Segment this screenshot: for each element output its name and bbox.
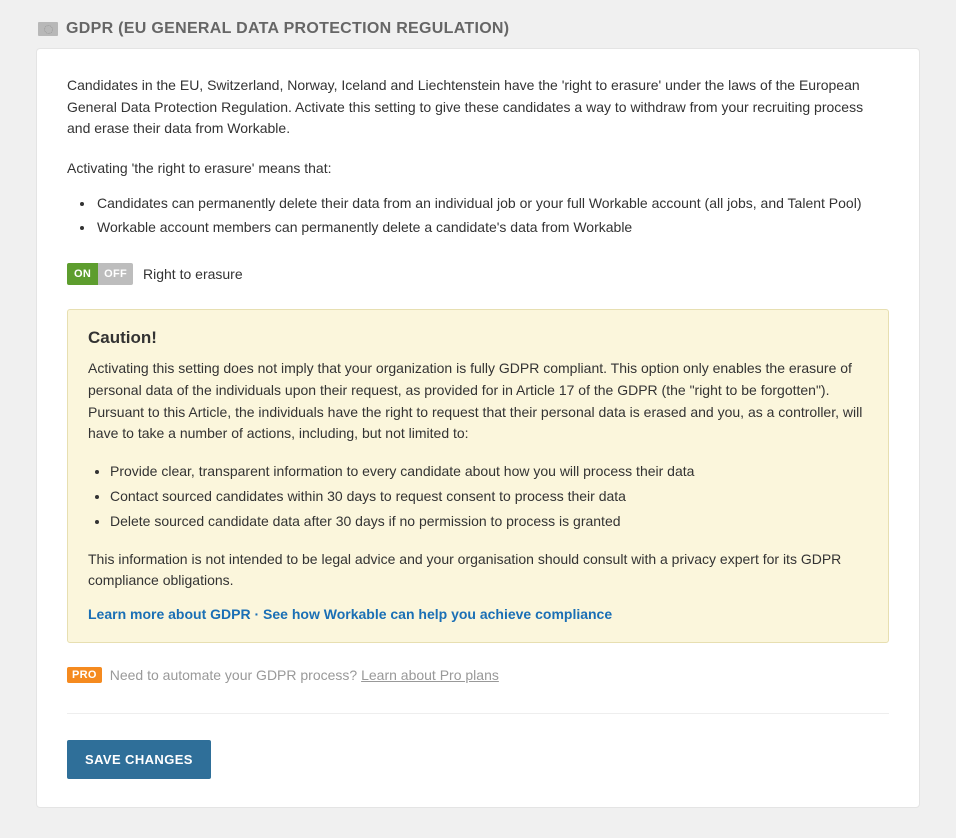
toggle-off: OFF [98,263,133,285]
toggle-label: Right to erasure [143,266,243,282]
toggle-on: ON [67,263,98,285]
compliance-link[interactable]: See how Workable can help you achieve co… [263,606,612,622]
caution-title: Caution! [88,328,868,348]
pro-text-label: Need to automate your GDPR process? [110,667,361,683]
meaning-intro: Activating 'the right to erasure' means … [67,158,889,180]
page-header: GDPR (EU GENERAL DATA PROTECTION REGULAT… [36,20,920,48]
right-to-erasure-toggle[interactable]: ON OFF [67,263,133,285]
meaning-list: Candidates can permanently delete their … [67,192,889,240]
settings-card: Candidates in the EU, Switzerland, Norwa… [36,48,920,808]
list-item: Candidates can permanently delete their … [95,192,889,216]
toggle-row: ON OFF Right to erasure [67,263,889,285]
pro-badge: PRO [67,667,102,683]
caution-list: Provide clear, transparent information t… [88,459,868,535]
save-button[interactable]: SAVE CHANGES [67,740,211,779]
caution-footer: This information is not intended to be l… [88,549,868,592]
footer-actions: SAVE CHANGES [67,713,889,779]
list-item: Delete sourced candidate data after 30 d… [110,509,868,534]
caution-links: Learn more about GDPR · See how Workable… [88,606,868,622]
caution-body: Activating this setting does not imply t… [88,358,868,445]
pro-plans-link[interactable]: Learn about Pro plans [361,667,499,683]
page-title: GDPR (EU GENERAL DATA PROTECTION REGULAT… [66,20,509,38]
list-item: Provide clear, transparent information t… [110,459,868,484]
link-separator: · [251,606,263,622]
list-item: Workable account members can permanently… [95,216,889,240]
caution-panel: Caution! Activating this setting does no… [67,309,889,643]
eu-flag-icon [38,22,58,36]
list-item: Contact sourced candidates within 30 day… [110,484,868,509]
pro-text: Need to automate your GDPR process? Lear… [110,667,499,683]
pro-row: PRO Need to automate your GDPR process? … [67,667,889,683]
intro-text: Candidates in the EU, Switzerland, Norwa… [67,75,889,140]
learn-gdpr-link[interactable]: Learn more about GDPR [88,606,251,622]
